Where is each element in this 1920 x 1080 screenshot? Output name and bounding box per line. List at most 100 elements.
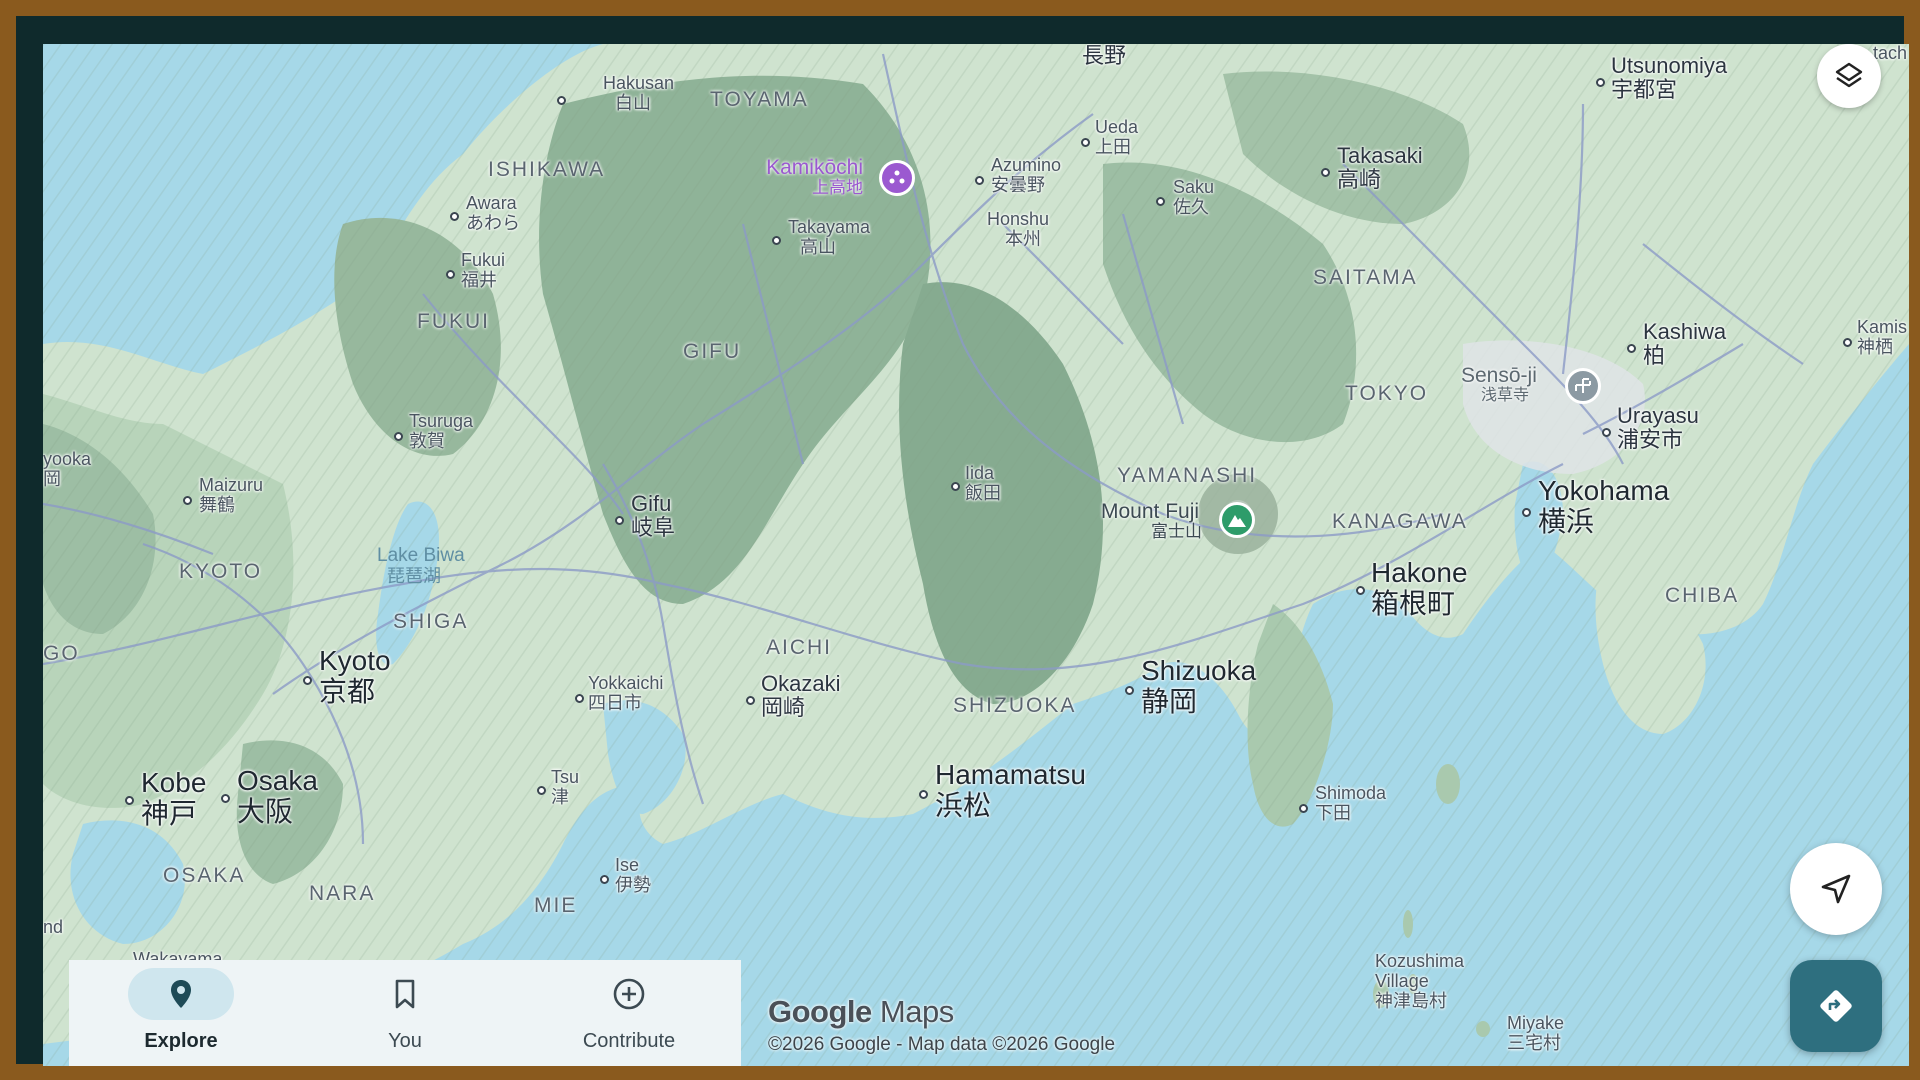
city-dot-utsunomiya	[1596, 78, 1605, 87]
poi-label-mount-fuji[interactable]: Mount Fuji 富士山	[1101, 500, 1202, 542]
city-dot-urayasu	[1602, 428, 1611, 437]
city-dot-yokohama	[1522, 508, 1531, 517]
city-label-shizuoka: Shizuoka 静岡	[1141, 655, 1257, 717]
nav-you-pill	[352, 968, 458, 1020]
city-label-miyake: Miyake 三宅村	[1507, 1013, 1565, 1053]
city-label-utsunomiya: Utsunomiya 宇都宮	[1611, 53, 1728, 103]
region-label-chiba: CHIBA	[1665, 584, 1740, 607]
bottom-navigation-bar: Explore You Contribute	[69, 960, 741, 1066]
city-label-kobe: Kobe 神戸	[141, 767, 207, 829]
city-label-ise: Ise 伊勢	[615, 855, 651, 895]
nav-contribute-pill	[576, 968, 682, 1020]
region-label-yamanashi: YAMANASHI	[1117, 464, 1258, 487]
add-circle-icon	[613, 978, 645, 1010]
region-label-ishikawa: ISHIKAWA	[488, 158, 606, 181]
city-label-iida: Iida 飯田	[965, 463, 1001, 503]
region-label-aichi: AICHI	[766, 636, 833, 659]
directions-icon	[1820, 990, 1852, 1022]
layers-icon	[1835, 62, 1863, 88]
nav-contribute-label: Contribute	[582, 1030, 676, 1052]
city-dot-yokkaichi	[575, 694, 584, 703]
city-dot-iida	[951, 482, 960, 491]
region-label-toyama: TOYAMA	[710, 88, 809, 111]
city-label-takasaki: Takasaki 高崎	[1337, 143, 1423, 193]
city-label-okazaki: Okazaki 岡崎	[761, 671, 841, 721]
city-dot-kashiwa	[1627, 344, 1636, 353]
city-label-hakusan: Hakusan 白山	[603, 73, 675, 113]
nav-tab-contribute[interactable]: Contribute	[517, 960, 741, 1066]
map-canvas[interactable]: TOYAMA ISHIKAWA FUKUI GIFU SAITAMA TOKYO…	[43, 44, 1909, 1066]
city-dot-ueda	[1081, 138, 1090, 147]
city-dot-hakusan	[557, 96, 566, 105]
city-label-hamamatsu: Hamamatsu 浜松	[935, 759, 1086, 821]
city-dot-takasaki	[1321, 168, 1330, 177]
device-screen: TOYAMA ISHIKAWA FUKUI GIFU SAITAMA TOKYO…	[16, 16, 1909, 1066]
city-dot-ise	[600, 875, 609, 884]
bookmark-icon	[395, 979, 415, 1009]
city-dot-hamamatsu	[919, 790, 928, 799]
location-pin-icon	[171, 980, 191, 1008]
city-dot-takayama	[772, 236, 781, 245]
city-label-yokkaichi: Yokkaichi 四日市	[588, 673, 664, 713]
city-dot-tsu	[537, 786, 546, 795]
city-dot-kamis	[1843, 338, 1852, 347]
outer-frame: TOYAMA ISHIKAWA FUKUI GIFU SAITAMA TOKYO…	[0, 0, 1920, 1080]
mountain-icon	[1228, 515, 1246, 527]
city-label-gifu: Gifu 岐阜	[631, 491, 676, 541]
city-label-kozushima: Kozushima Village 神津島村	[1375, 951, 1465, 1011]
city-dot-azumino	[975, 176, 984, 185]
city-label-osaka: Osaka 大阪	[237, 765, 318, 827]
lake-label-biwa: Lake Biwa 琵琶湖	[377, 545, 465, 586]
region-label-mie: MIE	[534, 894, 578, 917]
region-label-kanagawa: KANAGAWA	[1332, 510, 1468, 533]
city-label-kashiwa: Kashiwa 柏	[1643, 319, 1727, 369]
directions-button[interactable]	[1790, 960, 1882, 1052]
nav-explore-pill	[128, 968, 234, 1020]
city-label-fukui: Fukui 福井	[461, 250, 506, 290]
city-label-nagano: 長野	[1082, 44, 1127, 68]
city-label-maizuru: Maizuru 舞鶴	[199, 475, 264, 515]
region-label-nara: NARA	[309, 882, 376, 905]
region-label-fukui: FUKUI	[417, 310, 490, 333]
city-dot-kobe	[125, 796, 134, 805]
terrain-layer	[43, 44, 1909, 1066]
city-label-takayama: Takayama 高山	[788, 217, 871, 257]
nav-you-label: You	[388, 1030, 422, 1052]
region-label-gifu: GIFU	[683, 340, 742, 363]
region-label-saitama: SAITAMA	[1313, 266, 1418, 289]
map-copyright[interactable]: ©2026 Google - Map data ©2026 Google	[768, 1034, 1115, 1056]
navigation-arrow-icon	[1821, 874, 1851, 904]
poi-marker-mount-fuji[interactable]	[1219, 502, 1255, 538]
google-maps-logo: Google Maps	[768, 994, 954, 1029]
region-label-shizuoka: SHIZUOKA	[953, 694, 1077, 717]
city-dot-fukui	[446, 270, 455, 279]
city-label-yokohama: Yokohama 横浜	[1538, 475, 1670, 537]
poi-marker-kamikochi[interactable]	[879, 160, 915, 196]
region-label-tokyo: TOKYO	[1345, 382, 1429, 405]
poi-label-kamikochi[interactable]: Kamikōchi 上高地	[758, 156, 863, 198]
city-label-honshu: Honshu 本州	[987, 209, 1050, 249]
landmark-icon	[889, 170, 905, 184]
my-location-button[interactable]	[1790, 843, 1882, 935]
nav-explore-label: Explore	[144, 1030, 218, 1052]
city-dot-hakone	[1356, 586, 1365, 595]
city-dot-maizuru	[183, 496, 192, 505]
city-dot-tsuruga	[394, 432, 403, 441]
poi-label-sensoji[interactable]: Sensō-ji 浅草寺	[1461, 364, 1537, 405]
city-label-azumino: Azumino 安曇野	[991, 155, 1062, 195]
city-label-awara: Awara あわら	[466, 193, 520, 233]
city-dot-osaka	[221, 794, 230, 803]
region-label-kyoto: KYOTO	[179, 560, 263, 583]
city-label-kyoto: Kyoto 京都	[319, 645, 391, 707]
poi-marker-sensoji[interactable]	[1565, 368, 1601, 404]
city-label-kamis: Kamis 神栖	[1857, 317, 1908, 357]
layers-button[interactable]	[1817, 44, 1881, 108]
city-dot-awara	[450, 212, 459, 221]
city-label-toyooka: yooka 岡	[43, 449, 92, 489]
nav-tab-explore[interactable]: Explore	[69, 960, 293, 1066]
city-dot-saku	[1156, 197, 1165, 206]
city-label-shimoda: Shimoda 下田	[1315, 783, 1387, 823]
city-dot-gifu	[615, 516, 624, 525]
nav-tab-you[interactable]: You	[293, 960, 517, 1066]
city-label-saku: Saku 佐久	[1173, 177, 1215, 217]
